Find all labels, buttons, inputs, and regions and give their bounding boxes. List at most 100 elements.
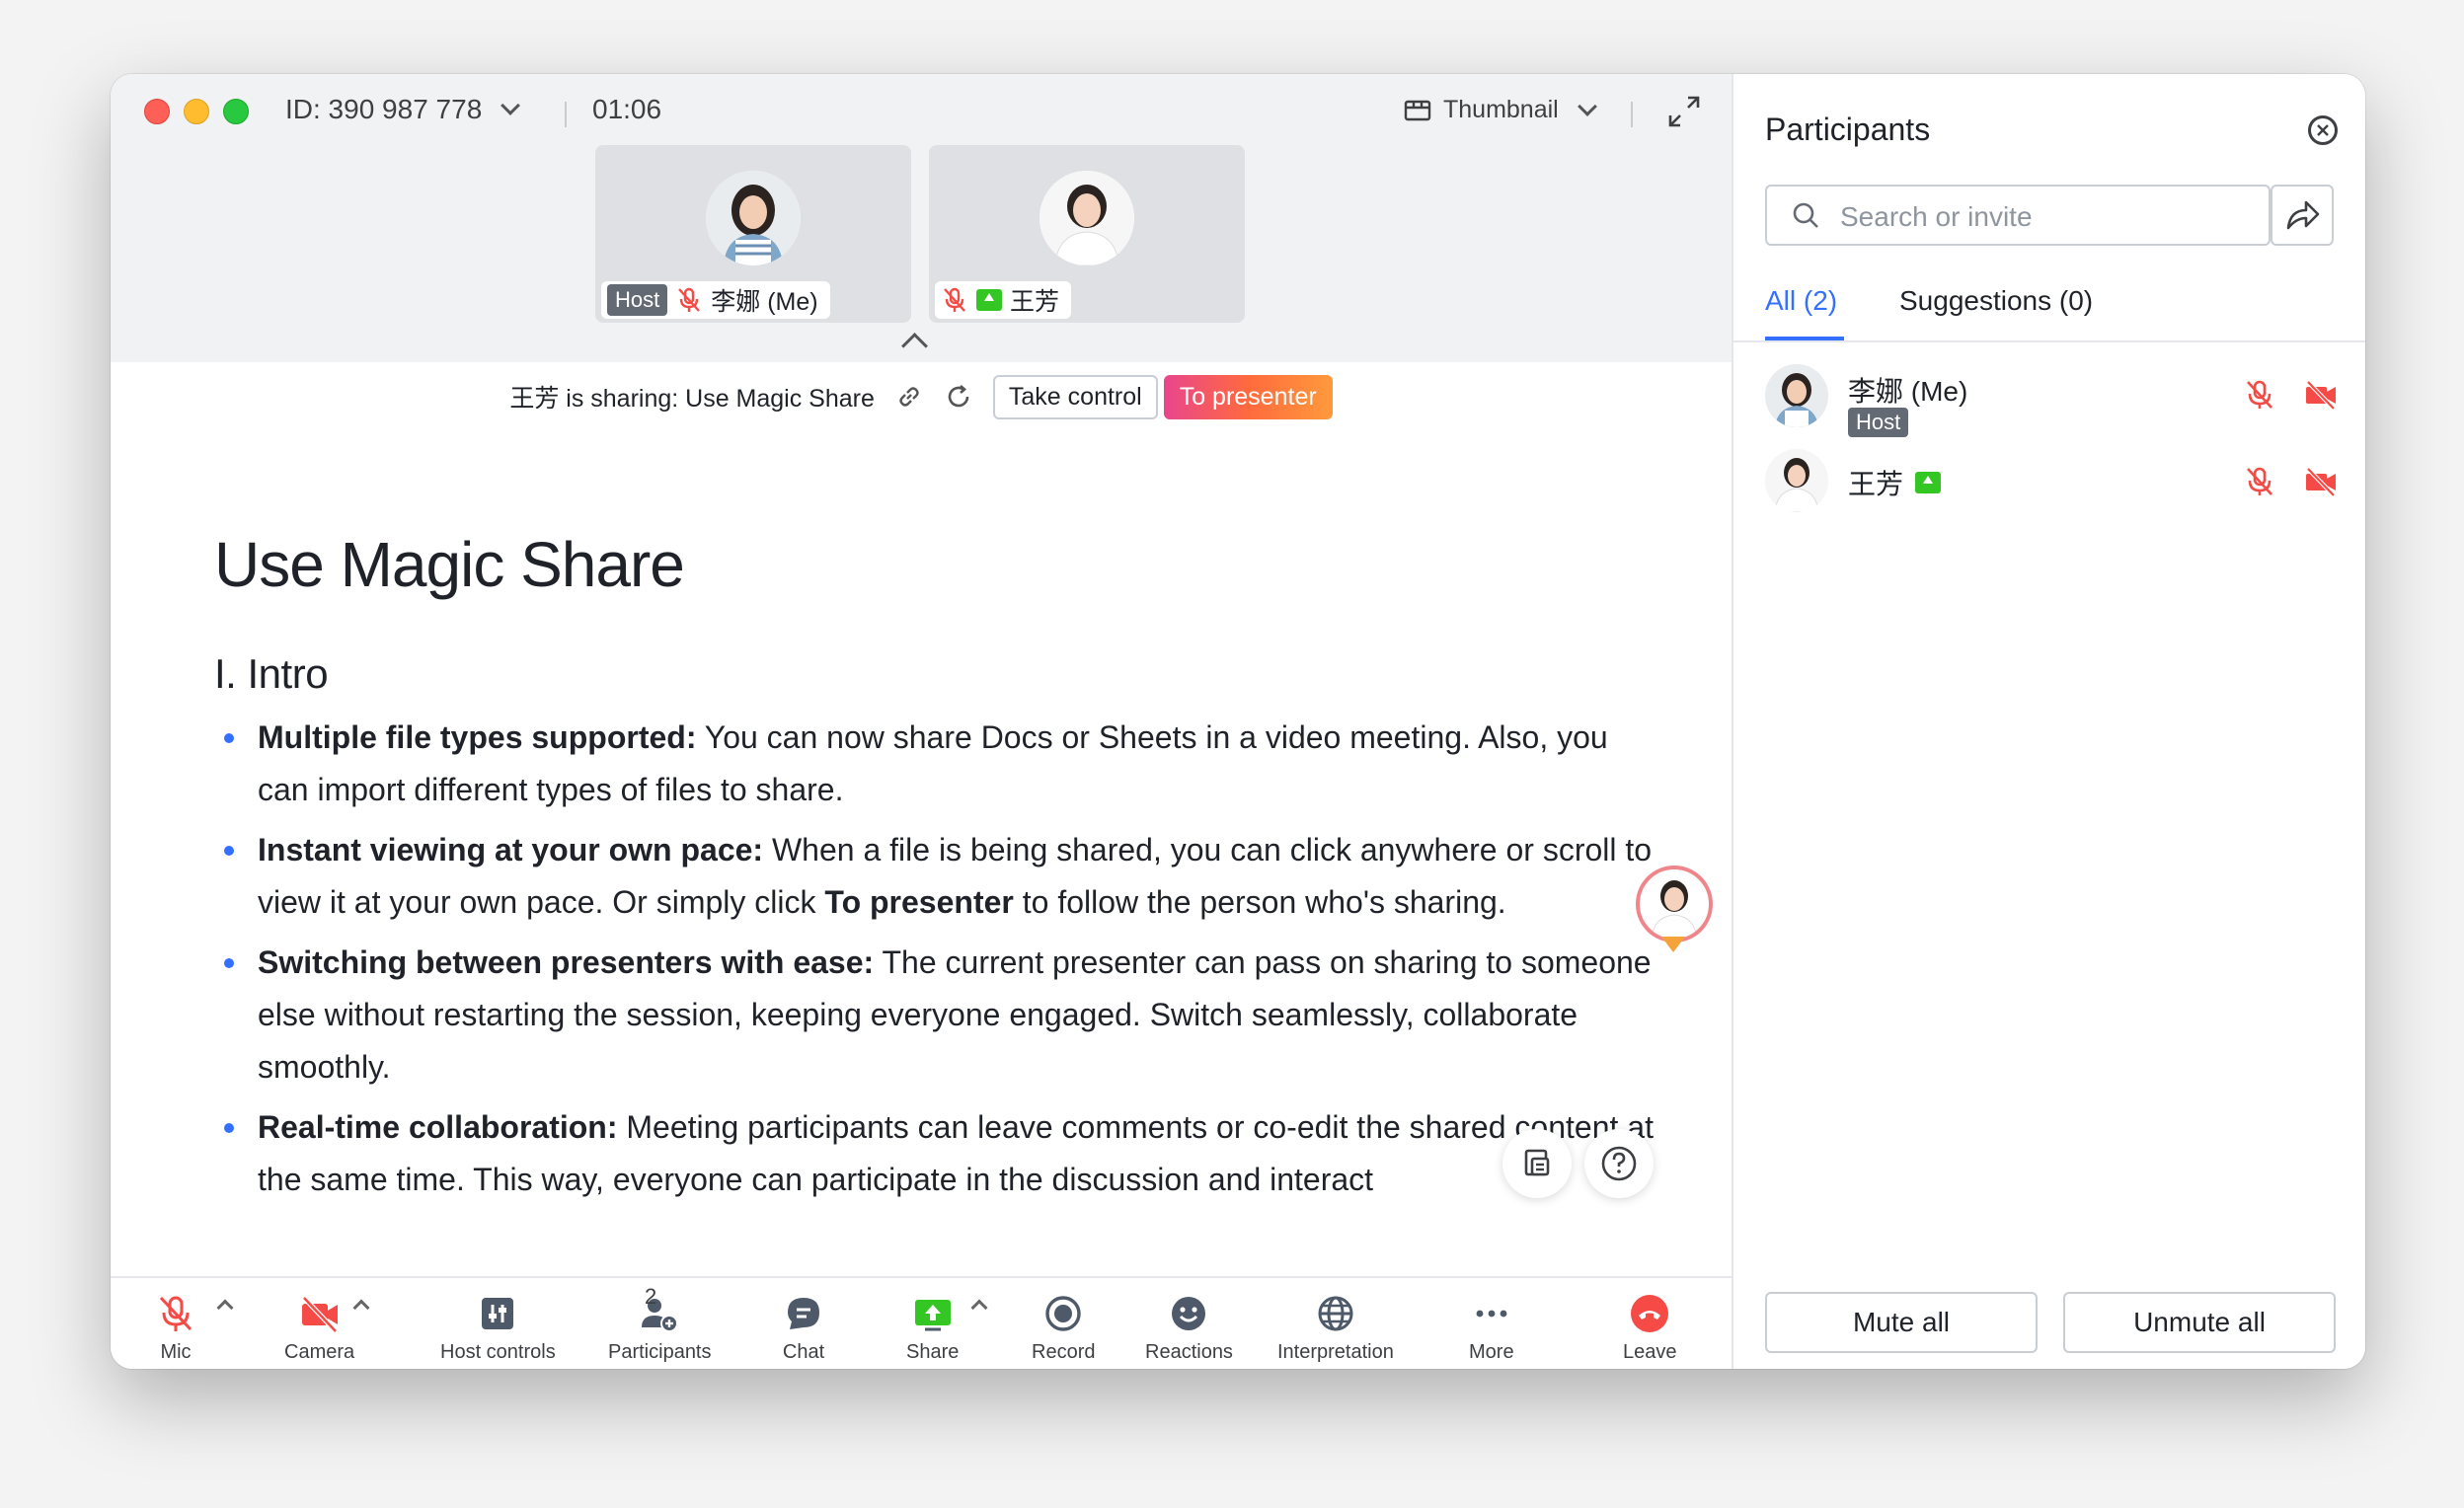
host-badge: Host — [607, 284, 668, 316]
share-options-caret[interactable] — [970, 1299, 988, 1317]
view-mode-dropdown[interactable]: Thumbnail — [1404, 96, 1597, 124]
person-avatar-icon — [1765, 449, 1828, 512]
camera-options-caret[interactable] — [352, 1299, 370, 1317]
participant-row[interactable]: 李娜 (Me) Host — [1765, 364, 2338, 443]
video-thumbnail-me[interactable]: Host 李娜 (Me) — [595, 145, 911, 323]
item-bold-text: Multiple file types supported: — [258, 719, 697, 755]
camera-off-icon — [301, 1296, 338, 1333]
item-bold-text: Switching between presenters with ease: — [258, 944, 875, 980]
presenter-position-marker[interactable] — [1636, 866, 1713, 952]
divider — [1631, 102, 1633, 127]
mic-muted-icon[interactable] — [2243, 465, 2276, 498]
top-bar: ID: 390 987 778 01:06 Thumbnail Host 李娜 … — [111, 74, 1732, 362]
item-text: to follow the person who's sharing. — [1013, 884, 1506, 920]
avatar — [1040, 171, 1134, 265]
participant-name: 王芳 — [1010, 288, 1060, 316]
document-outline-button[interactable] — [1502, 1129, 1572, 1198]
chat-button[interactable]: Chat — [782, 1292, 825, 1364]
sharing-status-bar: 王芳 is sharing: Use Magic Share Take cont… — [111, 362, 1732, 431]
participants-label: Participants — [608, 1341, 712, 1363]
close-window-button[interactable] — [144, 99, 170, 124]
thumbnail-label: 王芳 — [935, 281, 1072, 319]
share-label: Share — [906, 1341, 960, 1363]
thumbnail-label: Host 李娜 (Me) — [601, 281, 830, 319]
reactions-button[interactable]: Reactions — [1145, 1292, 1233, 1364]
participant-name-group: 王芳 — [1848, 463, 1942, 502]
mic-muted-icon[interactable] — [2243, 378, 2276, 412]
search-input[interactable] — [1838, 198, 2257, 236]
link-icon[interactable] — [894, 382, 924, 412]
record-label: Record — [1032, 1341, 1096, 1363]
meeting-timer: 01:06 — [592, 94, 662, 124]
meeting-area: ID: 390 987 778 01:06 Thumbnail Host 李娜 … — [111, 74, 1732, 1369]
participants-button[interactable]: 2 Participants — [608, 1284, 712, 1364]
host-controls-icon — [482, 1298, 514, 1329]
sharing-status-text: 王芳 is sharing: Use Magic Share — [509, 385, 875, 413]
close-panel-button[interactable] — [2308, 115, 2338, 145]
take-control-button[interactable]: Take control — [992, 374, 1158, 419]
share-button[interactable]: Share — [906, 1292, 959, 1364]
to-presenter-button[interactable]: To presenter — [1163, 374, 1333, 419]
help-button[interactable] — [1584, 1129, 1654, 1198]
minimize-window-button[interactable] — [184, 99, 209, 124]
list-item: Switching between presenters with ease: … — [214, 937, 1659, 1093]
mic-button[interactable]: Mic — [154, 1292, 197, 1364]
view-mode-label: Thumbnail — [1443, 96, 1559, 123]
record-icon — [1045, 1296, 1081, 1331]
unmute-all-button[interactable]: Unmute all — [2063, 1292, 2336, 1353]
share-screen-icon — [914, 1300, 951, 1331]
leave-button[interactable]: Leave — [1623, 1292, 1677, 1364]
interpretation-button[interactable]: Interpretation — [1277, 1292, 1394, 1364]
more-label: More — [1469, 1341, 1514, 1363]
section-heading: I. Intro — [214, 650, 329, 697]
camera-button[interactable]: Camera — [284, 1292, 354, 1364]
search-icon — [1793, 202, 1818, 228]
mic-options-caret[interactable] — [216, 1299, 234, 1317]
camera-label: Camera — [284, 1341, 355, 1363]
search-field[interactable] — [1765, 185, 2271, 246]
tab-suggestions[interactable]: Suggestions (0) — [1899, 285, 2093, 317]
sharing-screen-icon — [1915, 472, 1942, 493]
mic-muted-icon — [678, 287, 701, 312]
share-invite-button[interactable] — [2271, 185, 2334, 246]
chevron-down-icon — [1577, 96, 1597, 116]
person-avatar-icon — [1040, 171, 1134, 265]
avatar — [706, 171, 801, 265]
refresh-icon[interactable] — [944, 382, 973, 412]
shared-document[interactable]: Use Magic Share I. Intro Multiple file t… — [214, 528, 1695, 1214]
list-item: Multiple file types supported: You can n… — [214, 712, 1659, 816]
bullet-list: Multiple file types supported: You can n… — [214, 712, 1695, 1206]
participant-name: 李娜 (Me) — [1848, 376, 1968, 407]
zoom-window-button[interactable] — [223, 99, 249, 124]
reactions-label: Reactions — [1145, 1341, 1233, 1363]
divider — [1733, 340, 2365, 342]
camera-off-icon[interactable] — [2304, 378, 2338, 412]
more-icon — [1476, 1310, 1507, 1318]
tab-all[interactable]: All (2) — [1765, 285, 1837, 317]
collapse-thumbnails-button[interactable] — [901, 333, 928, 359]
mic-label: Mic — [160, 1341, 192, 1363]
fullscreen-button[interactable] — [1664, 92, 1704, 131]
camera-off-icon[interactable] — [2304, 465, 2338, 498]
item-bold-text: To presenter — [824, 884, 1014, 920]
host-controls-label: Host controls — [440, 1341, 556, 1363]
more-button[interactable]: More — [1469, 1292, 1514, 1364]
chevron-down-icon — [500, 96, 521, 115]
document-icon — [1524, 1149, 1550, 1176]
meeting-window: ID: 390 987 778 01:06 Thumbnail Host 李娜 … — [111, 74, 2365, 1369]
divider — [565, 102, 567, 127]
panel-title: Participants — [1765, 112, 1931, 147]
host-controls-button[interactable]: Host controls — [440, 1292, 556, 1364]
participant-name: 王芳 — [1848, 469, 1904, 499]
record-button[interactable]: Record — [1032, 1292, 1095, 1364]
participants-panel: Participants All (2) Suggestions (0) — [1732, 74, 2365, 1369]
participant-controls — [2243, 465, 2338, 498]
avatar — [1765, 364, 1828, 427]
share-arrow-icon — [2286, 200, 2320, 230]
mute-all-button[interactable]: Mute all — [1765, 1292, 2038, 1353]
interpretation-label: Interpretation — [1277, 1341, 1394, 1363]
meeting-id-dropdown[interactable]: ID: 390 987 778 — [285, 94, 521, 125]
video-thumbnail-presenter[interactable]: 王芳 — [929, 145, 1245, 323]
participant-row[interactable]: 王芳 — [1765, 449, 2338, 528]
list-item: Real-time collaboration: Meeting partici… — [214, 1101, 1659, 1206]
